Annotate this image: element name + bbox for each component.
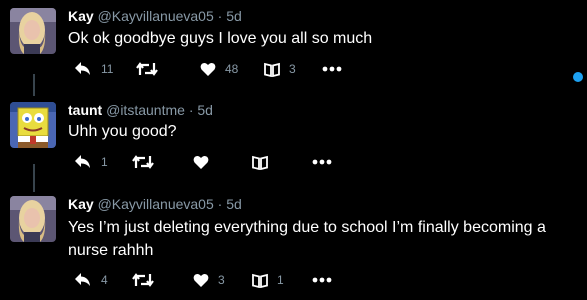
- user-handle[interactable]: @itstauntme: [106, 102, 185, 118]
- avatar[interactable]: [10, 8, 56, 54]
- tweet-header: Kay @Kayvillanueva05 · 5d: [68, 8, 242, 24]
- like-button[interactable]: [193, 152, 218, 172]
- more-icon: [312, 159, 332, 165]
- book-icon: [252, 155, 268, 170]
- tweet-text: Ok ok goodbye guys I love you all so muc…: [68, 30, 373, 47]
- more-icon: [312, 277, 332, 283]
- like-count: 3: [218, 273, 225, 287]
- heart-icon: [193, 155, 209, 169]
- retweet-icon: [132, 273, 154, 287]
- reply-icon: [75, 155, 90, 168]
- reply-icon: [75, 62, 90, 75]
- retweet-button[interactable]: [136, 59, 167, 79]
- like-button[interactable]: 3: [193, 270, 225, 290]
- timestamp[interactable]: 5d: [226, 8, 242, 24]
- avatar-photo-icon: [10, 8, 56, 54]
- reply-icon: [75, 273, 90, 286]
- retweet-icon: [136, 62, 158, 76]
- share-count: 1: [277, 273, 284, 287]
- more-button[interactable]: [312, 270, 332, 290]
- separator: ·: [217, 8, 223, 24]
- heart-icon: [193, 273, 209, 287]
- heart-icon: [200, 62, 216, 76]
- reply-count: 4: [101, 273, 108, 287]
- avatar[interactable]: [10, 102, 56, 148]
- user-handle[interactable]: @Kayvillanueva05: [98, 196, 214, 212]
- share-button[interactable]: 1: [252, 270, 284, 290]
- more-icon: [322, 66, 342, 72]
- retweet-button[interactable]: [132, 270, 163, 290]
- display-name[interactable]: taunt: [68, 102, 102, 118]
- timestamp[interactable]: 5d: [226, 196, 242, 212]
- avatar-photo-icon: [10, 196, 56, 242]
- book-icon: [252, 273, 268, 288]
- timestamp[interactable]: 5d: [197, 102, 213, 118]
- reply-button[interactable]: 11: [74, 59, 113, 79]
- thread-line: [33, 74, 35, 96]
- unread-indicator-dot: [573, 72, 583, 82]
- reply-count: 11: [101, 62, 114, 76]
- reply-count: 1: [101, 155, 108, 169]
- retweet-icon: [132, 155, 154, 169]
- tweet-text: Uhh you good?: [68, 123, 177, 140]
- book-icon: [264, 62, 280, 77]
- separator: ·: [217, 196, 223, 212]
- thread-line: [33, 164, 35, 192]
- tweet-text: Yes I’m just deleting everything due to …: [68, 219, 546, 259]
- share-button[interactable]: [252, 152, 277, 172]
- avatar[interactable]: [10, 196, 56, 242]
- tweet-header: Kay @Kayvillanueva05 · 5d: [68, 196, 242, 212]
- reply-button[interactable]: 4: [74, 270, 108, 290]
- like-count: 48: [225, 62, 239, 76]
- cartoon-sponge-icon: [10, 102, 56, 148]
- more-button[interactable]: [322, 59, 342, 79]
- share-count: 3: [289, 62, 296, 76]
- display-name[interactable]: Kay: [68, 8, 94, 24]
- user-handle[interactable]: @Kayvillanueva05: [98, 8, 214, 24]
- separator: ·: [188, 102, 194, 118]
- share-button[interactable]: 3: [264, 59, 296, 79]
- retweet-button[interactable]: [132, 152, 163, 172]
- more-button[interactable]: [312, 152, 332, 172]
- tweet-header: taunt @itstauntme · 5d: [68, 102, 213, 118]
- reply-button[interactable]: 1: [74, 152, 108, 172]
- display-name[interactable]: Kay: [68, 196, 94, 212]
- like-button[interactable]: 48: [200, 59, 238, 79]
